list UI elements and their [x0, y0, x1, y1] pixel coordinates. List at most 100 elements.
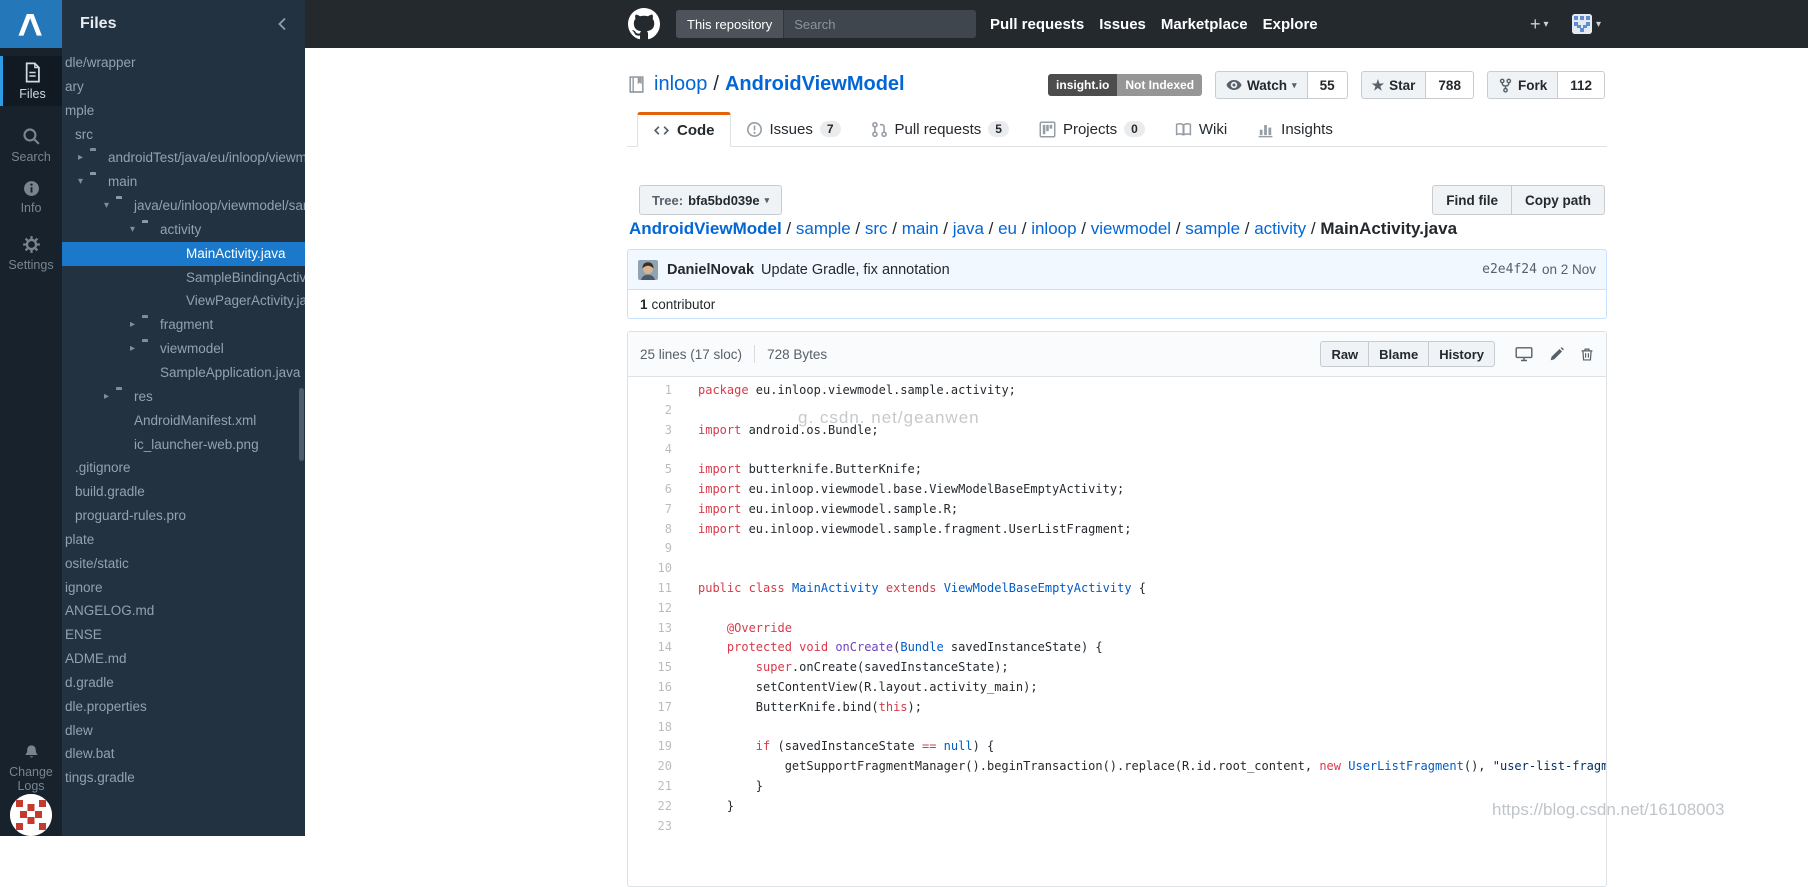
- copy-path-button[interactable]: Copy path: [1512, 185, 1605, 215]
- branch-selector-button[interactable]: Tree: bfa5bd039e ▾: [639, 185, 783, 215]
- tree-item[interactable]: d.gradle: [62, 671, 305, 695]
- star-count[interactable]: 788: [1426, 71, 1474, 99]
- tree-item[interactable]: dle.properties: [62, 695, 305, 719]
- chevron-expanded-icon[interactable]: ▾: [130, 218, 135, 242]
- contributors-bar[interactable]: 1 contributor: [627, 290, 1607, 319]
- line-number[interactable]: 22: [628, 797, 684, 817]
- tree-item[interactable]: ▾ main: [62, 170, 305, 194]
- line-number[interactable]: 7: [628, 500, 684, 520]
- breadcrumb-link[interactable]: java: [953, 219, 984, 238]
- tree-item[interactable]: ary: [62, 75, 305, 99]
- line-number[interactable]: 4: [628, 440, 684, 460]
- changelog-label-1[interactable]: Change: [0, 765, 62, 779]
- repo-owner-link[interactable]: inloop: [654, 73, 707, 96]
- commit-sha[interactable]: e2e4f24: [1482, 262, 1537, 277]
- delete-trash-icon[interactable]: [1580, 347, 1594, 362]
- tree-item[interactable]: tings.gradle: [62, 766, 305, 790]
- tree-item[interactable]: ▸ fragment: [62, 313, 305, 337]
- breadcrumb-link[interactable]: sample: [796, 219, 851, 238]
- chevron-collapsed-icon[interactable]: ▸: [78, 146, 83, 170]
- nav-issues[interactable]: Issues: [1099, 16, 1146, 33]
- nav-pull-requests[interactable]: Pull requests: [990, 16, 1084, 33]
- tree-item[interactable]: SampleApplication.java: [62, 361, 305, 385]
- tree-item[interactable]: build.gradle: [62, 480, 305, 504]
- tree-item[interactable]: ignore: [62, 576, 305, 600]
- breadcrumb-link[interactable]: src: [865, 219, 888, 238]
- breadcrumb-link[interactable]: eu: [998, 219, 1017, 238]
- line-number[interactable]: 13: [628, 619, 684, 639]
- line-number[interactable]: 21: [628, 777, 684, 797]
- line-number[interactable]: 16: [628, 678, 684, 698]
- watch-count[interactable]: 55: [1307, 71, 1348, 99]
- tree-item[interactable]: ENSE: [62, 623, 305, 647]
- tab-wiki[interactable]: Wiki: [1160, 112, 1242, 146]
- raw-button[interactable]: Raw: [1320, 341, 1370, 367]
- line-number[interactable]: 23: [628, 817, 684, 837]
- tree-item[interactable]: osite/static: [62, 552, 305, 576]
- changelog-label-2[interactable]: Logs: [0, 779, 62, 793]
- collapse-chevron-left-icon[interactable]: [275, 16, 291, 32]
- line-number[interactable]: 6: [628, 480, 684, 500]
- line-number[interactable]: 9: [628, 539, 684, 559]
- tree-item[interactable]: dle/wrapper: [62, 51, 305, 75]
- breadcrumb-link[interactable]: AndroidViewModel: [629, 219, 782, 238]
- tree-item[interactable]: src: [62, 123, 305, 147]
- star-button[interactable]: ★ Star: [1360, 71, 1427, 99]
- chevron-collapsed-icon[interactable]: ▸: [130, 337, 135, 361]
- chevron-collapsed-icon[interactable]: ▸: [130, 313, 135, 337]
- tab-insights[interactable]: Insights: [1242, 112, 1348, 146]
- tree-item[interactable]: AndroidManifest.xml: [62, 409, 305, 433]
- rail-item-search[interactable]: Search: [0, 120, 62, 170]
- tree-item[interactable]: ic_launcher-web.png: [62, 433, 305, 457]
- tab-code[interactable]: Code: [637, 112, 731, 147]
- sidebar-user-avatar[interactable]: [10, 794, 52, 836]
- user-menu[interactable]: ▾: [1572, 14, 1601, 34]
- rail-item-settings[interactable]: Settings: [0, 228, 62, 278]
- line-number[interactable]: 19: [628, 737, 684, 757]
- tree-item[interactable]: MainActivity.java: [62, 241, 305, 266]
- line-number[interactable]: 14: [628, 638, 684, 658]
- tree-scrollbar[interactable]: [299, 388, 304, 461]
- commit-message[interactable]: Update Gradle, fix annotation: [761, 262, 950, 278]
- tree-item[interactable]: .gitignore: [62, 456, 305, 480]
- rail-item-files[interactable]: Files: [0, 56, 62, 106]
- line-number[interactable]: 15: [628, 658, 684, 678]
- tree-item[interactable]: ADME.md: [62, 647, 305, 671]
- nav-explore[interactable]: Explore: [1263, 16, 1318, 33]
- chevron-expanded-icon[interactable]: ▾: [104, 194, 109, 218]
- breadcrumb-link[interactable]: inloop: [1031, 219, 1076, 238]
- commit-author[interactable]: DanielNovak: [667, 262, 754, 278]
- insight-logo[interactable]: [0, 0, 62, 48]
- line-number[interactable]: 5: [628, 460, 684, 480]
- tree-item[interactable]: ▸ androidTest/java/eu/inloop/viewmodel: [62, 146, 305, 170]
- blame-button[interactable]: Blame: [1369, 341, 1430, 367]
- tab-projects[interactable]: Projects 0: [1024, 112, 1160, 146]
- commit-author-avatar[interactable]: [638, 259, 658, 280]
- tree-item[interactable]: mple: [62, 99, 305, 123]
- open-desktop-icon[interactable]: [1515, 346, 1533, 362]
- fork-count[interactable]: 112: [1558, 71, 1605, 99]
- create-new-button[interactable]: + ▾: [1530, 0, 1549, 48]
- github-logo-icon[interactable]: [628, 8, 660, 40]
- breadcrumb-link[interactable]: activity: [1254, 219, 1306, 238]
- nav-marketplace[interactable]: Marketplace: [1161, 16, 1248, 33]
- chevron-collapsed-icon[interactable]: ▸: [104, 385, 109, 409]
- tree-item[interactable]: SampleBindingActivity.java: [62, 266, 305, 290]
- line-number[interactable]: 11: [628, 579, 684, 599]
- rail-item-info[interactable]: Info: [0, 172, 62, 222]
- tree-item[interactable]: ▸ res: [62, 385, 305, 409]
- tab-issues[interactable]: Issues 7: [731, 112, 856, 146]
- line-number[interactable]: 20: [628, 757, 684, 777]
- line-number[interactable]: 1: [628, 381, 684, 401]
- tree-item[interactable]: proguard-rules.pro: [62, 504, 305, 528]
- tree-item[interactable]: plate: [62, 528, 305, 552]
- header-search[interactable]: This repository Search: [676, 10, 976, 38]
- line-number[interactable]: 10: [628, 559, 684, 579]
- line-number[interactable]: 2: [628, 401, 684, 421]
- tree-item[interactable]: ▸ viewmodel: [62, 337, 305, 361]
- chevron-expanded-icon[interactable]: ▾: [78, 170, 83, 194]
- fork-button[interactable]: Fork: [1486, 71, 1559, 99]
- line-number[interactable]: 18: [628, 718, 684, 738]
- breadcrumb-link[interactable]: main: [902, 219, 939, 238]
- bell-icon[interactable]: [0, 744, 62, 761]
